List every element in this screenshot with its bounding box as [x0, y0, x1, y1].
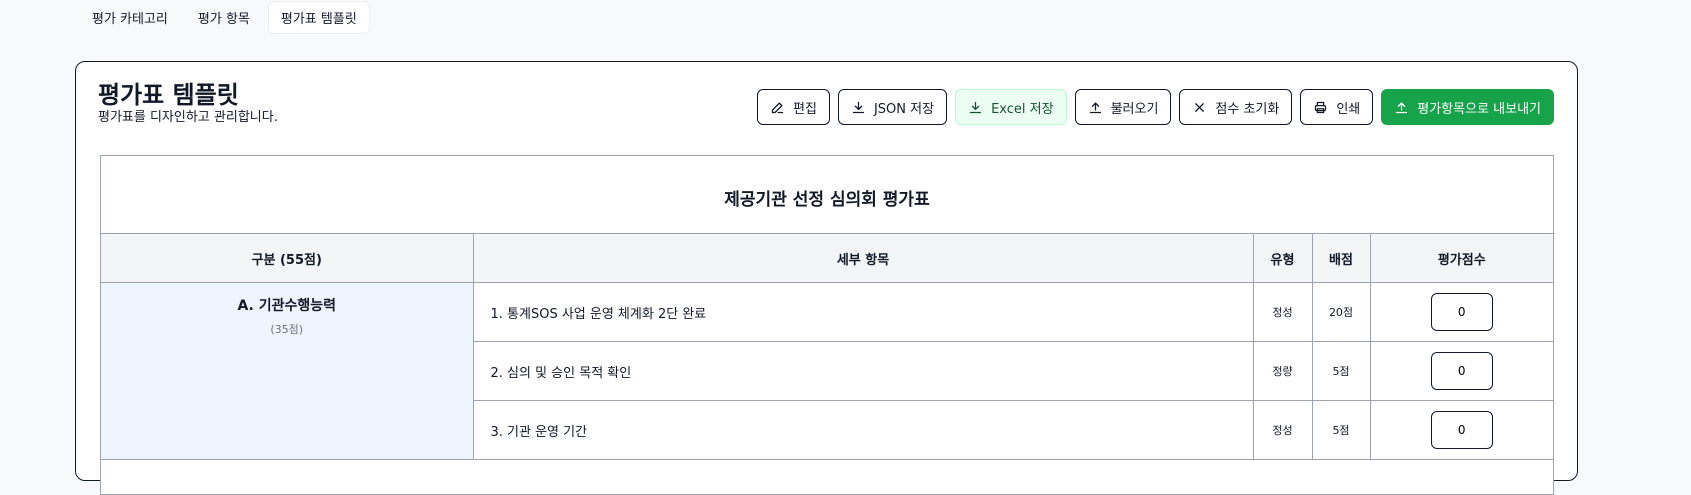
header-points: 배점 — [1312, 234, 1371, 283]
load-button-label: 불러오기 — [1110, 101, 1159, 117]
evaluation-sheet: 제공기관 선정 심의회 평가표 구분 (55점) 세부 항목 유형 배점 평가점… — [100, 155, 1554, 495]
item-name: 1. 통계SOS 사업 운영 체계화 2단 완료 — [473, 282, 1254, 342]
header-type: 유형 — [1253, 234, 1313, 283]
category-score: (35점) — [270, 323, 304, 336]
score-input[interactable] — [1430, 411, 1493, 449]
score-cell — [1370, 282, 1553, 342]
title-block: 평가표 템플릿 평가표를 디자인하고 관리합니다. — [98, 80, 278, 125]
item-points: 5점 — [1312, 400, 1371, 460]
download-icon — [969, 101, 982, 113]
page-subtitle: 평가표를 디자인하고 관리합니다. — [98, 110, 278, 125]
reset-scores-button-label: 점수 초기화 — [1215, 101, 1280, 117]
print-button[interactable]: 인쇄 — [1300, 89, 1374, 125]
json-save-button[interactable]: JSON 저장 — [837, 89, 948, 125]
tab-evaluation-item[interactable]: 평가 항목 — [186, 2, 262, 33]
category-cell: A. 기관수행능력 (35점) — [101, 282, 474, 460]
printer-icon — [1315, 101, 1327, 113]
export-to-items-button-label: 평가항목으로 내보내기 — [1417, 101, 1541, 117]
print-button-label: 인쇄 — [1336, 101, 1361, 117]
reset-scores-button[interactable]: 점수 초기화 — [1179, 89, 1293, 125]
upload-icon — [1396, 102, 1408, 113]
header-detail: 세부 항목 — [473, 234, 1254, 283]
excel-save-button[interactable]: Excel 저장 — [955, 89, 1067, 125]
table-row: A. 기관수행능력 (35점) 1. 통계SOS 사업 운영 체계화 2단 완료… — [101, 282, 1553, 460]
template-card: 평가표 템플릿 평가표를 디자인하고 관리합니다. 편집 JSON 저장 Exc… — [75, 61, 1578, 495]
header-score: 평가점수 — [1370, 234, 1553, 283]
item-type: 정성 — [1253, 400, 1313, 460]
sheet-title: 제공기관 선정 심의회 평가표 — [101, 156, 1553, 234]
excel-save-button-label: Excel 저장 — [991, 101, 1054, 117]
json-save-button-label: JSON 저장 — [873, 101, 935, 117]
edit-button[interactable]: 편집 — [757, 89, 830, 125]
item-name: 2. 심의 및 승인 목적 확인 — [473, 341, 1254, 401]
upload-icon — [1089, 102, 1101, 113]
toolbar: 편집 JSON 저장 Excel 저장 불러오기 점수 초기화 인쇄 평가항목으… — [757, 89, 1554, 125]
pencil-icon — [771, 102, 784, 113]
item-points: 20점 — [1312, 282, 1371, 342]
score-input[interactable] — [1430, 352, 1493, 390]
item-name: 3. 기관 운영 기간 — [473, 400, 1254, 460]
export-to-items-button[interactable]: 평가항목으로 내보내기 — [1381, 89, 1554, 125]
evaluation-table: 구분 (55점) 세부 항목 유형 배점 평가점수 A. 기관수행능력 (35점… — [101, 234, 1553, 460]
header-category: 구분 (55점) — [101, 234, 474, 283]
tab-bar: 평가 카테고리 평가 항목 평가표 템플릿 — [80, 0, 376, 34]
category-name: A. 기관수행능력 — [237, 298, 337, 314]
tab-evaluation-template[interactable]: 평가표 템플릿 — [267, 0, 370, 34]
item-points: 5점 — [1312, 341, 1371, 401]
table-header-row: 구분 (55점) 세부 항목 유형 배점 평가점수 — [101, 234, 1553, 283]
tab-evaluation-category[interactable]: 평가 카테고리 — [80, 2, 180, 33]
score-input[interactable] — [1430, 293, 1493, 331]
score-cell — [1370, 341, 1553, 401]
close-icon — [1195, 102, 1205, 112]
edit-button-label: 편집 — [793, 101, 817, 117]
score-cell — [1370, 400, 1553, 460]
item-type: 정성 — [1253, 282, 1313, 342]
download-icon — [852, 101, 865, 113]
load-button[interactable]: 불러오기 — [1074, 89, 1172, 125]
item-type: 정량 — [1253, 341, 1313, 401]
